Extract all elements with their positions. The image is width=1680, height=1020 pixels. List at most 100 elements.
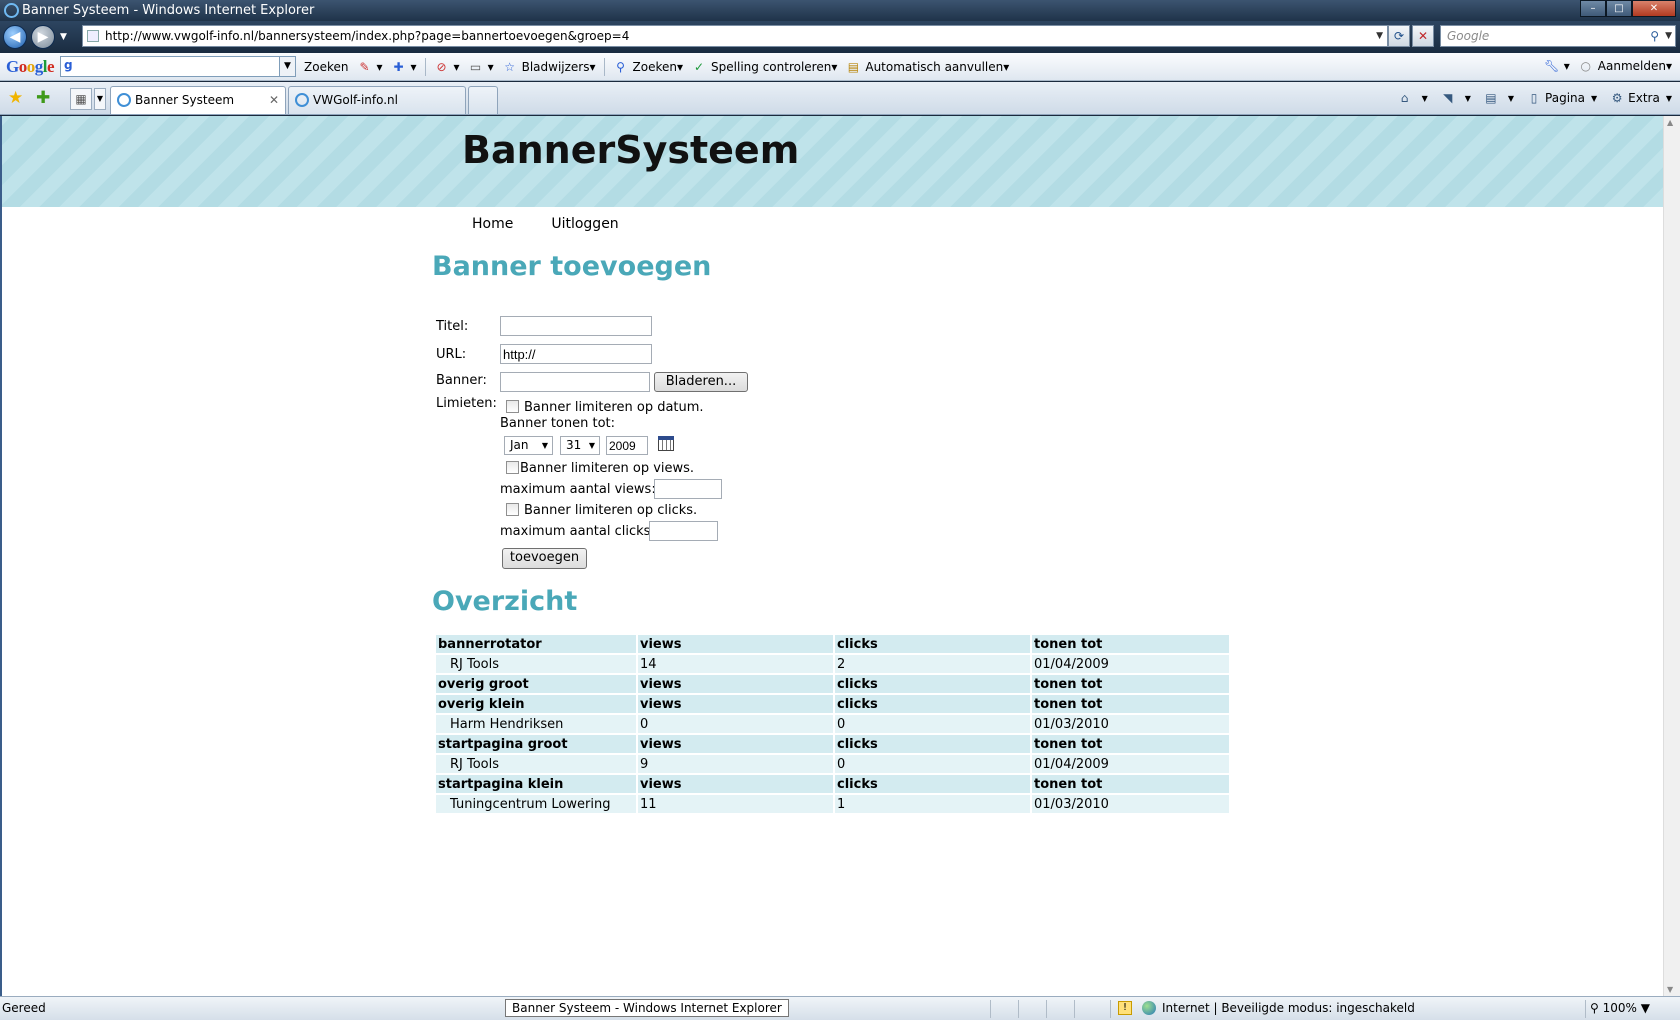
max-views-input[interactable] xyxy=(654,479,722,499)
tab-vwgolf-info[interactable]: VWGolf-info.nl xyxy=(288,86,466,114)
status-divider xyxy=(990,1000,991,1018)
table-cell: views xyxy=(638,775,833,793)
title-input[interactable] xyxy=(500,316,652,336)
popup-blocker-button[interactable]: ⊘ ▾ xyxy=(434,59,460,75)
table-cell: tonen tot xyxy=(1032,775,1229,793)
nav-home-link[interactable]: Home xyxy=(472,216,513,232)
toolbar-link-button[interactable]: ▭ ▾ xyxy=(468,59,494,75)
overview-heading: Overzicht xyxy=(432,586,578,617)
security-zone[interactable]: Internet | Beveiligde modus: ingeschakel… xyxy=(1142,1001,1415,1015)
zoom-text: 100% xyxy=(1602,1001,1637,1015)
search-menu[interactable]: ⚲ Zoeken ▾ xyxy=(613,59,683,75)
table-cell: 01/04/2009 xyxy=(1032,655,1229,673)
spellcheck-menu[interactable]: ✓ Spelling controleren ▾ xyxy=(691,59,837,75)
globe-icon xyxy=(1142,1001,1156,1015)
scroll-down-icon[interactable]: ▼ xyxy=(1667,985,1673,994)
month-value: Jan xyxy=(510,438,529,452)
status-divider xyxy=(1110,1000,1111,1018)
taskbar-tooltip: Banner Systeem - Windows Internet Explor… xyxy=(505,999,789,1017)
eraser-icon: ✎ xyxy=(359,59,370,74)
url-input[interactable] xyxy=(500,344,652,364)
print-button[interactable]: ▤ ▼ xyxy=(1483,90,1514,106)
signin-button[interactable]: ○ Aanmelden ▾ xyxy=(1578,58,1672,74)
table-cell: RJ Tools xyxy=(436,755,636,773)
quick-tabs-button[interactable]: ▦ xyxy=(70,88,92,110)
protected-mode-icon[interactable]: ! xyxy=(1118,1001,1132,1015)
google-toolbar: Google g ▼ Zoeken ✎ ▾ ✚ ▾ ⊘ ▾ ▭ ▾ ☆ Bladwijze… xyxy=(0,53,1680,81)
wrench-menu[interactable]: 🔧︎ ▾ xyxy=(1544,58,1570,74)
limits-label: Limieten: xyxy=(436,396,497,411)
day-select[interactable]: 31 ▼ xyxy=(560,436,600,455)
search-dropdown-icon[interactable]: ▼ xyxy=(1665,26,1672,46)
banner-file-input[interactable] xyxy=(500,372,650,392)
table-cell: overig groot xyxy=(436,675,636,693)
toolbar-plus-button[interactable]: ✚ ▾ xyxy=(391,59,416,75)
browse-button[interactable]: Bladeren... xyxy=(654,372,748,392)
browser-search-input[interactable]: Google ⚲ ▼ xyxy=(1440,25,1676,47)
toolbar-eraser-button[interactable]: ✎ ▾ xyxy=(356,59,382,75)
table-cell: 01/03/2010 xyxy=(1032,795,1229,813)
add-banner-heading: Banner toevoegen xyxy=(432,251,712,282)
year-input[interactable] xyxy=(606,436,648,455)
stop-button[interactable]: ✕ xyxy=(1412,25,1434,47)
limit-clicks-checkbox[interactable] xyxy=(506,503,519,516)
scroll-up-icon[interactable]: ▲ xyxy=(1667,118,1673,127)
google-search-button[interactable]: Zoeken xyxy=(304,60,348,74)
max-clicks-input[interactable] xyxy=(649,521,718,541)
address-bar[interactable]: http://www.vwgolf-info.nl/bannersysteem/… xyxy=(82,25,1388,47)
month-select[interactable]: Jan ▼ xyxy=(504,436,553,455)
favorites-star-icon[interactable]: ★ xyxy=(8,88,23,108)
vertical-scrollbar[interactable]: ▲ ▼ xyxy=(1663,116,1680,996)
table-cell: overig klein xyxy=(436,695,636,713)
status-text: Gereed xyxy=(2,1001,46,1015)
bookmarks-menu[interactable]: ☆ Bladwijzers ▾ xyxy=(502,59,595,75)
table-cell: 1 xyxy=(835,795,1030,813)
limit-views-checkbox[interactable] xyxy=(506,461,519,474)
max-clicks-label: maximum aantal clicks: xyxy=(500,524,655,539)
back-button[interactable]: ◀ xyxy=(3,25,27,49)
zoom-level[interactable]: ⚲ 100% ▼ xyxy=(1590,1001,1650,1015)
limit-date-checkbox[interactable] xyxy=(506,400,519,413)
google-search-input[interactable]: g ▼ xyxy=(60,56,297,77)
tools-menu[interactable]: ⚙ Extra ▼ xyxy=(1609,90,1672,106)
page-menu[interactable]: ▯ Pagina ▼ xyxy=(1526,90,1597,106)
home-icon: ⌂ xyxy=(1400,91,1409,105)
tabs-toolbar: ★ ✚ ▦ ▼ Banner Systeem ✕ VWGolf-info.nl … xyxy=(0,82,1680,115)
recent-pages-dropdown[interactable]: ▼ xyxy=(60,32,67,42)
status-bar: Gereed Banner Systeem - Windows Internet… xyxy=(0,996,1680,1020)
table-row: Harm Hendriksen 0 0 01/03/2010 xyxy=(436,715,1229,733)
close-window-button[interactable]: ✕ xyxy=(1632,0,1676,17)
window-controls: – □ ✕ xyxy=(1580,0,1676,17)
table-cell: startpagina klein xyxy=(436,775,636,793)
autofill-menu[interactable]: ▤ Automatisch aanvullen ▾ xyxy=(845,59,1010,75)
page-icon: ▯ xyxy=(1530,91,1538,105)
toolbar-separator xyxy=(603,57,605,76)
home-button[interactable]: ⌂ ▼ xyxy=(1397,90,1428,106)
chevron-down-icon: ▼ xyxy=(588,441,595,450)
magnifier-icon: ⚲ xyxy=(616,59,625,74)
feeds-button[interactable]: ◥ ▼ xyxy=(1440,90,1471,106)
add-favorites-icon[interactable]: ✚ xyxy=(36,88,50,108)
minimize-button[interactable]: – xyxy=(1580,0,1606,17)
command-bar: ⌂ ▼ ◥ ▼ ▤ ▼ ▯ Pagina ▼ ⚙ Extra ▼ xyxy=(1385,90,1672,106)
calendar-icon[interactable] xyxy=(658,436,674,451)
tab-list-dropdown[interactable]: ▼ xyxy=(94,88,106,110)
refresh-button[interactable]: ⟳ xyxy=(1388,25,1410,47)
forward-button[interactable]: ▶ xyxy=(31,25,55,49)
tab-label: Banner Systeem xyxy=(135,93,235,107)
table-cell: clicks xyxy=(835,675,1030,693)
close-tab-icon[interactable]: ✕ xyxy=(269,87,279,113)
nav-logout-link[interactable]: Uitloggen xyxy=(551,216,618,232)
google-search-dropdown-icon[interactable]: ▼ xyxy=(279,57,296,76)
tab-banner-systeem[interactable]: Banner Systeem ✕ xyxy=(110,86,286,114)
submit-add-button[interactable]: toevoegen xyxy=(502,548,587,569)
browser-search-placeholder: Google xyxy=(1447,29,1490,43)
table-cell: RJ Tools xyxy=(436,655,636,673)
site-brand: BannerSysteem xyxy=(462,128,800,172)
limit-date-label: Banner limiteren op datum. xyxy=(524,400,704,415)
day-value: 31 xyxy=(566,438,582,452)
new-tab-button[interactable] xyxy=(468,86,498,114)
maximize-button[interactable]: □ xyxy=(1606,0,1632,17)
search-icon[interactable]: ⚲ xyxy=(1650,26,1659,46)
address-dropdown-icon[interactable]: ▼ xyxy=(1376,26,1383,46)
